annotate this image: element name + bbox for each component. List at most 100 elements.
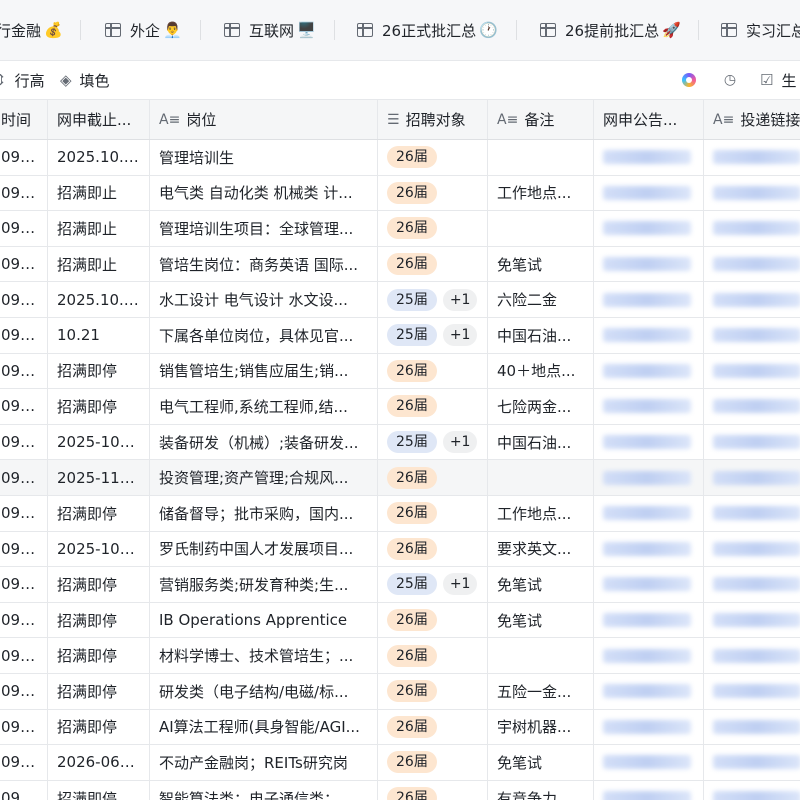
blurred-link[interactable] (713, 470, 800, 485)
cell-time[interactable]: 09/15 (0, 602, 48, 638)
cell-time[interactable]: 09/15 (0, 567, 48, 602)
cell-announcement-link[interactable] (594, 745, 704, 780)
cell-targets[interactable]: 26届 (378, 531, 488, 567)
cell-targets[interactable]: 25届 +1 (378, 318, 488, 353)
cell-apply-link[interactable] (704, 674, 800, 709)
blurred-link[interactable] (713, 328, 800, 343)
cell-targets[interactable]: 26届 (378, 496, 488, 531)
cell-position[interactable]: AI算法工程师(具身智能/AGI... (150, 709, 378, 745)
cell-position[interactable]: 电气工程师,系统工程师,结... (150, 389, 378, 424)
table-row[interactable]: 09/15 招满即停 电气工程师,系统工程师,结... 26届 七险两金... (0, 389, 800, 425)
view-tab-finance[interactable]: 行金融 💰 (0, 0, 63, 60)
cell-targets[interactable]: 26届 (378, 674, 488, 709)
cell-announcement-link[interactable] (594, 496, 704, 531)
cell-note[interactable] (488, 140, 594, 175)
cell-announcement-link[interactable] (594, 282, 704, 317)
cell-targets[interactable]: 26届 (378, 460, 488, 495)
table-row[interactable]: 09/15 招满即止 管培生岗位：商务英语 国际... 26届 免笔试 (0, 246, 800, 283)
table-row[interactable]: 09/15 招满即停 研发类（电子结构/电磁/标... 26届 五险一金... (0, 674, 800, 710)
cell-announcement-link[interactable] (594, 140, 704, 175)
blurred-link[interactable] (603, 185, 691, 200)
cell-note[interactable]: 宇树机器... (488, 709, 594, 745)
cell-apply-link[interactable] (704, 567, 800, 602)
table-row[interactable]: 09/15 2026-06-30 不动产金融岗；REITs研究岗 26届 免笔试 (0, 745, 800, 781)
cell-targets[interactable]: 26届 (378, 602, 488, 638)
table-row[interactable]: 09/15 2025.10.17 管理培训生 26届 (0, 140, 800, 176)
blurred-link[interactable] (713, 363, 800, 378)
cell-deadline[interactable]: 招满即停 (48, 709, 150, 745)
cell-announcement-link[interactable] (594, 318, 704, 353)
table-row[interactable]: 09/15 招满即止 电气类 自动化类 机械类 计... 26届 工作地点... (0, 175, 800, 212)
table-row[interactable]: 09/15 2025-10-12 罗氏制药中国人才发展项目... 26届 要求英文... (0, 531, 800, 568)
cell-position[interactable]: 管理培训生项目：全球管理... (150, 211, 378, 246)
blurred-link[interactable] (603, 613, 691, 628)
cell-note[interactable]: 免笔试 (488, 602, 594, 638)
cell-note[interactable]: 免笔试 (488, 745, 594, 780)
blurred-link[interactable] (713, 435, 800, 450)
cell-deadline[interactable]: 招满即停 (48, 353, 150, 389)
cell-note[interactable]: 工作地点... (488, 496, 594, 531)
more-tags-badge[interactable]: +1 (442, 431, 478, 454)
cell-deadline[interactable]: 2026-06-30 (48, 745, 150, 780)
blurred-link[interactable] (603, 506, 691, 521)
table-row[interactable]: 09/15 2025-10-20 装备研发（机械）;装备研发... 25届+1 中国石油… (0, 424, 800, 461)
cell-apply-link[interactable] (704, 638, 800, 673)
blurred-link[interactable] (713, 613, 800, 628)
cell-targets[interactable]: 26届 (378, 353, 488, 389)
table-row[interactable]: 09/15 招满即止 管理培训生项目：全球管理... 26届 (0, 211, 800, 247)
cell-apply-link[interactable] (704, 211, 800, 246)
cell-deadline[interactable]: 2025-10-20 (48, 424, 150, 460)
cell-announcement-link[interactable] (594, 780, 704, 800)
blurred-link[interactable] (603, 435, 691, 450)
cell-apply-link[interactable] (704, 318, 800, 353)
cell-deadline[interactable]: 招满即停 (48, 674, 150, 709)
cell-time[interactable]: 09/15 (0, 282, 48, 317)
blurred-link[interactable] (603, 791, 691, 800)
cell-apply-link[interactable] (704, 781, 800, 800)
cell-deadline[interactable]: 招满即停 (48, 780, 150, 800)
cell-targets[interactable]: 25届 +1 (378, 567, 488, 602)
column-header-deadline[interactable]: 网申截止... (48, 100, 150, 139)
blurred-link[interactable] (603, 399, 691, 414)
cell-targets[interactable]: 25届 +1 (378, 424, 488, 460)
cell-note[interactable] (488, 460, 594, 495)
cell-targets[interactable]: 26届 (378, 211, 488, 246)
cell-position[interactable]: IB Operations Apprentice (150, 602, 378, 638)
table-row[interactable]: 09/15 招满即停 IB Operations Apprentice 26届 免笔试 (0, 602, 800, 639)
cell-time[interactable]: 09/15 (0, 318, 48, 353)
cell-targets[interactable]: 25届 +1 (378, 282, 488, 317)
cell-time[interactable]: 09/15 (0, 638, 48, 673)
cell-time[interactable]: 09/15 (0, 780, 48, 800)
history-icon[interactable]: ◷ (720, 70, 740, 90)
table-row[interactable]: 09/15 10.21 下属各单位岗位，具体见官... 25届+1 中国石油... (0, 318, 800, 354)
fill-color-button[interactable]: ◈ 填色 (60, 61, 110, 99)
cell-announcement-link[interactable] (594, 424, 704, 460)
view-tab-formal-summary[interactable]: 26正式批汇总 🕐 (357, 0, 498, 60)
cell-position[interactable]: 不动产金融岗；REITs研究岗 (150, 745, 378, 780)
blurred-link[interactable] (713, 399, 800, 414)
ai-assistant-icon[interactable] (679, 70, 699, 90)
cell-deadline[interactable]: 2025-10-12 (48, 531, 150, 567)
cell-targets[interactable]: 26届 (378, 140, 488, 175)
column-header-notes[interactable]: A≡ 备注 (488, 100, 594, 139)
cell-deadline[interactable]: 招满即停 (48, 496, 150, 531)
cell-position[interactable]: 管培生岗位：商务英语 国际... (150, 246, 378, 282)
cell-announcement-link[interactable] (594, 246, 704, 282)
cell-deadline[interactable]: 招满即停 (48, 389, 150, 424)
cell-note[interactable]: 中国石油... (488, 318, 594, 353)
blurred-link[interactable] (603, 257, 691, 272)
cell-deadline[interactable]: 2025.10.17 (48, 140, 150, 175)
blurred-link[interactable] (603, 755, 691, 770)
table-row[interactable]: 09/15 招满即停 营销服务类;研发育种类;生... 25届+1 免笔试 (0, 567, 800, 603)
cell-time[interactable]: 09/15 (0, 211, 48, 246)
cell-apply-link[interactable] (704, 176, 800, 211)
cell-position[interactable]: 罗氏制药中国人才发展项目... (150, 531, 378, 567)
cell-announcement-link[interactable] (594, 638, 704, 673)
generate-button[interactable]: ☑ 生 (760, 61, 796, 99)
cell-apply-link[interactable] (704, 140, 800, 175)
cell-apply-link[interactable] (704, 532, 800, 567)
blurred-link[interactable] (713, 257, 800, 272)
table-row[interactable]: 09/15 招满即停 储备督导；批市采购，国内... 26届 工作地点... (0, 496, 800, 532)
blurred-link[interactable] (713, 719, 800, 734)
cell-announcement-link[interactable] (594, 567, 704, 602)
